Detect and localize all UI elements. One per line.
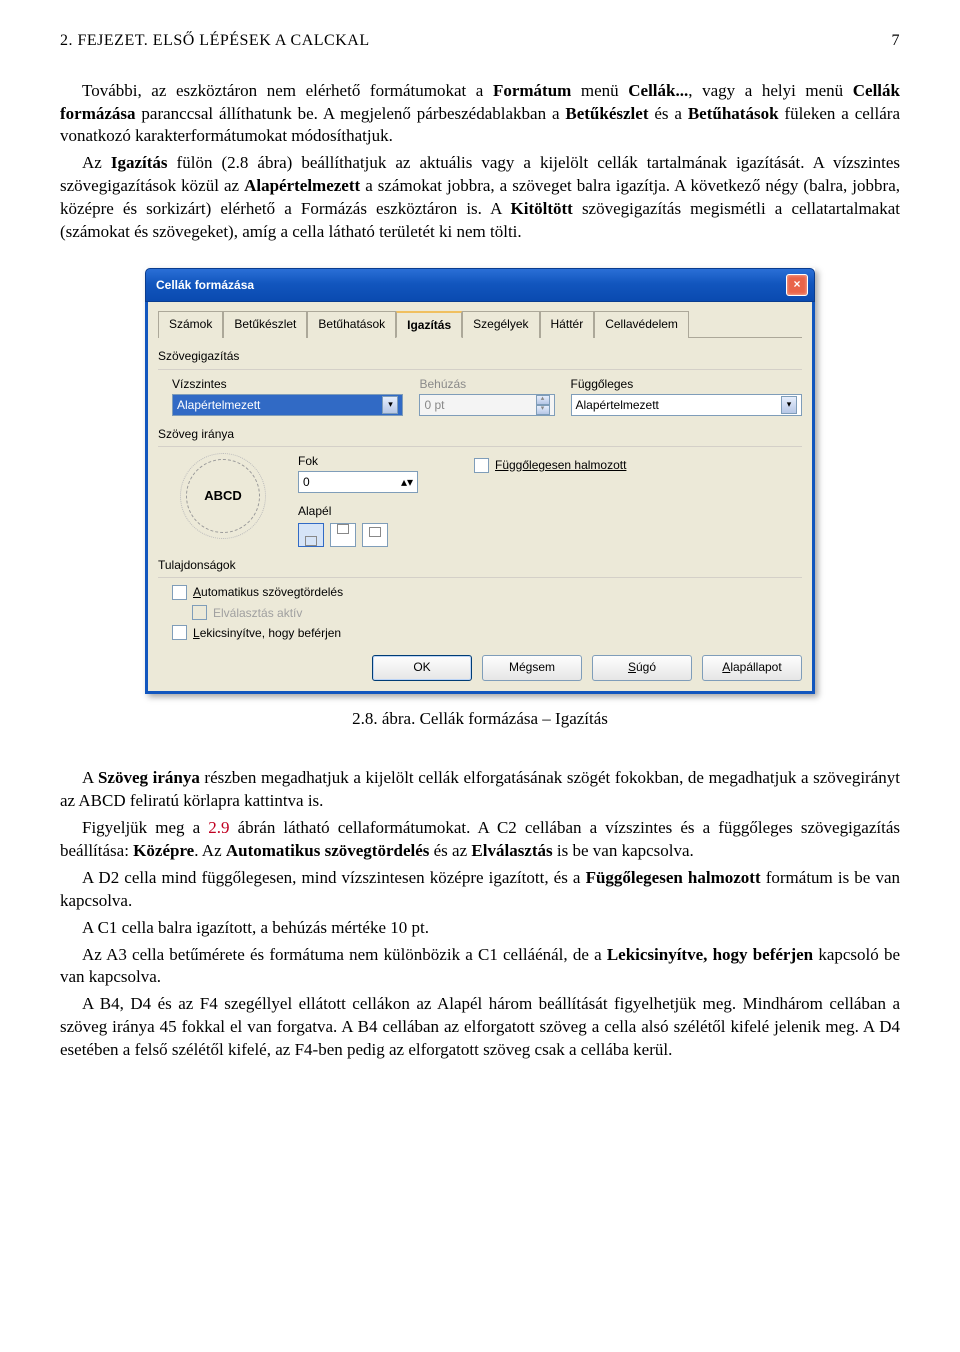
- tab-alignment[interactable]: Igazítás: [396, 311, 462, 338]
- checkbox-hyphenation: Elválasztás aktív: [172, 605, 802, 621]
- spinner-down-icon: ▾: [536, 405, 550, 415]
- dialog-cell-format: Cellák formázása × Számok Betűkészlet Be…: [145, 268, 815, 694]
- paragraph-4: Figyeljük meg a 2.9 ábrán látható cellaf…: [60, 817, 900, 863]
- group-title-align: Szövegigazítás: [158, 348, 802, 369]
- refedge-top-button[interactable]: [330, 523, 356, 547]
- spinner-indent: 0 pt ▴▾: [419, 394, 554, 416]
- dialog-title: Cellák formázása: [156, 277, 254, 293]
- rotation-dial-label: ABCD: [204, 487, 242, 505]
- dialog-buttons: OK Mégsem Súgó Alapállapot: [158, 655, 802, 681]
- checkbox-box-icon: [474, 458, 489, 473]
- paragraph-6: A C1 cella balra igazított, a behúzás mé…: [60, 917, 900, 940]
- chevron-down-icon: ▾: [781, 396, 797, 414]
- checkbox-box-icon: [192, 605, 207, 620]
- figure-caption: 2.8. ábra. Cellák formázása – Igazítás: [60, 708, 900, 731]
- tab-background[interactable]: Háttér: [540, 311, 595, 338]
- figure-ref-link[interactable]: 2.9: [208, 818, 229, 837]
- group-title-properties: Tulajdonságok: [158, 557, 802, 578]
- label-horizontal: Vízszintes: [172, 376, 403, 392]
- dialog-tabs: Számok Betűkészlet Betűhatások Igazítás …: [158, 310, 802, 338]
- checkbox-box-icon: [172, 585, 187, 600]
- label-vertical: Függőleges: [571, 376, 802, 392]
- checkbox-box-icon: [172, 625, 187, 640]
- dropdown-vertical[interactable]: Alapértelmezett ▾: [571, 394, 802, 416]
- header-page-number: 7: [892, 30, 901, 52]
- checkbox-shrink-label: Lekicsinyítve, hogy beférjen: [193, 625, 341, 641]
- header-left: 2. FEJEZET. ELSŐ LÉPÉSEK A CALCKAL: [60, 30, 370, 52]
- paragraph-1: További, az eszköztáron nem elérhető for…: [60, 80, 900, 149]
- spinner-up-icon: ▴: [536, 395, 550, 405]
- checkbox-wrap-text[interactable]: Automatikus szövegtördelés: [172, 584, 802, 600]
- close-icon[interactable]: ×: [786, 274, 808, 296]
- tab-font[interactable]: Betűkészlet: [223, 311, 307, 338]
- paragraph-2: Az Igazítás fülön (2.8 ábra) beállíthatj…: [60, 152, 900, 244]
- spinner-degrees-value: 0: [303, 474, 310, 490]
- label-reference-edge: Alapél: [298, 503, 458, 519]
- paragraph-5: A D2 cella mind függőlegesen, mind vízsz…: [60, 867, 900, 913]
- tab-cell-protection[interactable]: Cellavédelem: [594, 311, 689, 338]
- checkbox-stacked-label: Függőlegesen halmozott: [495, 457, 626, 473]
- label-degrees: Fok: [298, 453, 458, 469]
- tab-font-effects[interactable]: Betűhatások: [307, 311, 396, 338]
- checkbox-vertically-stacked[interactable]: Függőlegesen halmozott: [474, 457, 802, 473]
- refedge-bottom-button[interactable]: [298, 523, 324, 547]
- page-header: 2. FEJEZET. ELSŐ LÉPÉSEK A CALCKAL 7: [60, 30, 900, 52]
- tab-borders[interactable]: Szegélyek: [462, 311, 539, 338]
- paragraph-3: A Szöveg iránya részben megadhatjuk a ki…: [60, 767, 900, 813]
- refedge-inside-button[interactable]: [362, 523, 388, 547]
- group-text-direction: Szöveg iránya ABCD Fok 0 ▴▾: [158, 426, 802, 548]
- spinner-indent-value: 0 pt: [424, 397, 444, 413]
- dropdown-horizontal[interactable]: Alapértelmezett ▾: [172, 394, 403, 416]
- label-indent: Behúzás: [419, 376, 554, 392]
- ok-button[interactable]: OK: [372, 655, 472, 681]
- dialog-body: Számok Betűkészlet Betűhatások Igazítás …: [145, 302, 815, 694]
- tab-numbers[interactable]: Számok: [158, 311, 223, 338]
- chevron-down-icon: ▾: [382, 396, 398, 414]
- checkbox-wrap-label: Automatikus szövegtördelés: [193, 584, 343, 600]
- dropdown-vertical-value: Alapértelmezett: [576, 397, 659, 413]
- group-properties: Tulajdonságok Automatikus szövegtördelés…: [158, 557, 802, 641]
- spinner-down-icon: ▾: [407, 475, 413, 489]
- group-title-direction: Szöveg iránya: [158, 426, 802, 447]
- reset-button[interactable]: Alapállapot: [702, 655, 802, 681]
- dialog-titlebar[interactable]: Cellák formázása ×: [145, 268, 815, 302]
- spinner-degrees[interactable]: 0 ▴▾: [298, 471, 418, 493]
- rotation-dial[interactable]: ABCD: [186, 459, 260, 533]
- checkbox-shrink-to-fit[interactable]: Lekicsinyítve, hogy beférjen: [172, 625, 802, 641]
- paragraph-7: Az A3 cella betűmérete és formátuma nem …: [60, 944, 900, 990]
- reference-edge-picker: [298, 523, 458, 547]
- cancel-button[interactable]: Mégsem: [482, 655, 582, 681]
- paragraph-8: A B4, D4 és az F4 szegéllyel ellátott ce…: [60, 993, 900, 1062]
- dropdown-horizontal-value: Alapértelmezett: [177, 397, 260, 413]
- checkbox-hyphen-label: Elválasztás aktív: [213, 605, 302, 621]
- help-button[interactable]: Súgó: [592, 655, 692, 681]
- group-text-alignment: Szövegigazítás Vízszintes Alapértelmezet…: [158, 348, 802, 415]
